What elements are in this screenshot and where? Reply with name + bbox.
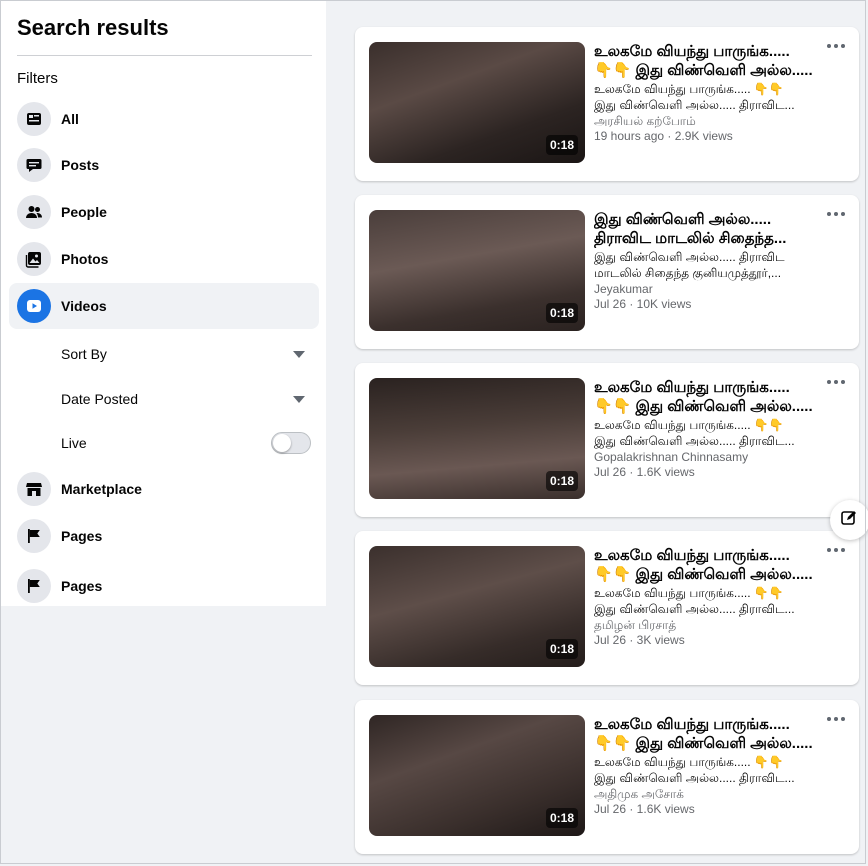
more-options-icon[interactable] (827, 41, 845, 51)
filter-all-label: All (61, 111, 79, 127)
flag-icon (17, 569, 51, 603)
filter-photos[interactable]: Photos (9, 236, 319, 282)
feed-icon (17, 102, 51, 136)
video-play-icon (17, 289, 51, 323)
video-thumbnail[interactable]: 0:18 (369, 715, 585, 836)
video-author[interactable]: Gopalakrishnan Chinnasamy (594, 450, 820, 465)
live-toggle[interactable] (271, 432, 311, 454)
video-duration: 0:18 (545, 303, 578, 323)
video-meta: 19 hours ago · 2.9K views (594, 129, 733, 143)
filter-marketplace[interactable]: Marketplace (9, 466, 319, 512)
storefront-icon (17, 472, 51, 506)
date-posted-label: Date Posted (61, 391, 139, 407)
filters-heading: Filters (17, 70, 58, 87)
video-info: உலகமே வியந்து பாருங்க..... 👇👇 இது விண்வெ… (594, 546, 820, 648)
filter-pages-2-label: Pages (61, 578, 103, 594)
filter-pages-label: Pages (61, 528, 103, 544)
sort-by-label: Sort By (61, 346, 107, 362)
video-duration: 0:18 (545, 808, 578, 828)
video-result-card[interactable]: 0:18 இது விண்வெளி அல்ல..... திராவிட மாடல… (355, 195, 859, 349)
video-description: இது விண்வெளி அல்ல..... திராவிட மாடலில் ச… (594, 250, 785, 280)
video-meta: Jul 26 · 1.6K views (594, 465, 695, 479)
search-filters-sidebar: Search results Filters All Posts People … (1, 1, 326, 606)
filter-all[interactable]: All (9, 96, 319, 142)
video-info: உலகமே வியந்து பாருங்க..... 👇👇 இது விண்வெ… (594, 715, 820, 817)
chevron-down-icon (293, 395, 305, 403)
compose-icon (840, 509, 858, 532)
toggle-knob (273, 434, 291, 452)
video-info: இது விண்வெளி அல்ல..... திராவிட மாடலில் ச… (594, 210, 820, 312)
page-title: Search results (17, 15, 169, 40)
video-title[interactable]: உலகமே வியந்து பாருங்க..... 👇👇 இது விண்வெ… (594, 42, 820, 80)
video-description: உலகமே வியந்து பாருங்க..... 👇👇 இது விண்வெ… (594, 82, 795, 112)
video-author[interactable]: தமிழன் பிரசாத் (594, 618, 820, 633)
live-filter-row: Live (61, 428, 311, 458)
video-thumbnail[interactable]: 0:18 (369, 42, 585, 163)
filter-people-label: People (61, 204, 107, 220)
video-title[interactable]: இது விண்வெளி அல்ல..... திராவிட மாடலில் ச… (594, 210, 820, 248)
video-info: உலகமே வியந்து பாருங்க..... 👇👇 இது விண்வெ… (594, 378, 820, 480)
more-options-icon[interactable] (827, 209, 845, 219)
video-meta: Jul 26 · 1.6K views (594, 802, 695, 816)
divider (17, 55, 312, 56)
video-author[interactable]: Jeyakumar (594, 282, 820, 297)
video-result-card[interactable]: 0:18 உலகமே வியந்து பாருங்க..... 👇👇 இது வ… (355, 531, 859, 685)
video-description: உலகமே வியந்து பாருங்க..... 👇👇 இது விண்வெ… (594, 586, 795, 616)
filter-posts-label: Posts (61, 157, 100, 173)
more-options-icon[interactable] (827, 545, 845, 555)
video-thumbnail[interactable]: 0:18 (369, 378, 585, 499)
video-thumbnail[interactable]: 0:18 (369, 210, 585, 331)
video-result-card[interactable]: 0:18 உலகமே வியந்து பாருங்க..... 👇👇 இது வ… (355, 700, 859, 854)
sort-by-dropdown[interactable]: Sort By (61, 339, 311, 369)
video-thumbnail[interactable]: 0:18 (369, 546, 585, 667)
filter-pages[interactable]: Pages (9, 513, 319, 559)
video-duration: 0:18 (545, 639, 578, 659)
chevron-down-icon (293, 350, 305, 358)
date-posted-dropdown[interactable]: Date Posted (61, 384, 311, 414)
filter-marketplace-label: Marketplace (61, 481, 142, 497)
video-description: உலகமே வியந்து பாருங்க..... 👇👇 இது விண்வெ… (594, 418, 795, 448)
video-title[interactable]: உலகமே வியந்து பாருங்க..... 👇👇 இது விண்வெ… (594, 378, 820, 416)
video-result-card[interactable]: 0:18 உலகமே வியந்து பாருங்க..... 👇👇 இது வ… (355, 363, 859, 517)
filter-videos-label: Videos (61, 298, 107, 314)
video-author[interactable]: அதிமுக அசோக் (594, 787, 820, 802)
new-message-button[interactable] (830, 500, 868, 540)
photos-icon (17, 242, 51, 276)
video-author[interactable]: அரசியல் கற்போம் (594, 114, 820, 129)
flag-icon (17, 519, 51, 553)
live-label: Live (61, 435, 87, 451)
video-title[interactable]: உலகமே வியந்து பாருங்க..... 👇👇 இது விண்வெ… (594, 546, 820, 584)
video-description: உலகமே வியந்து பாருங்க..... 👇👇 இது விண்வெ… (594, 755, 795, 785)
filter-videos[interactable]: Videos (9, 283, 319, 329)
filter-people[interactable]: People (9, 189, 319, 235)
video-duration: 0:18 (545, 135, 578, 155)
video-result-card[interactable]: 0:18 உலகமே வியந்து பாருங்க..... 👇👇 இது வ… (355, 27, 859, 181)
more-options-icon[interactable] (827, 714, 845, 724)
filter-posts[interactable]: Posts (9, 142, 319, 188)
video-title[interactable]: உலகமே வியந்து பாருங்க..... 👇👇 இது விண்வெ… (594, 715, 820, 753)
video-meta: Jul 26 · 3K views (594, 633, 685, 647)
chat-bubble-icon (17, 148, 51, 182)
video-info: உலகமே வியந்து பாருங்க..... 👇👇 இது விண்வெ… (594, 42, 820, 144)
video-duration: 0:18 (545, 471, 578, 491)
more-options-icon[interactable] (827, 377, 845, 387)
filter-pages-2[interactable]: Pages (9, 563, 319, 609)
people-icon (17, 195, 51, 229)
video-meta: Jul 26 · 10K views (594, 297, 692, 311)
filter-photos-label: Photos (61, 251, 109, 267)
